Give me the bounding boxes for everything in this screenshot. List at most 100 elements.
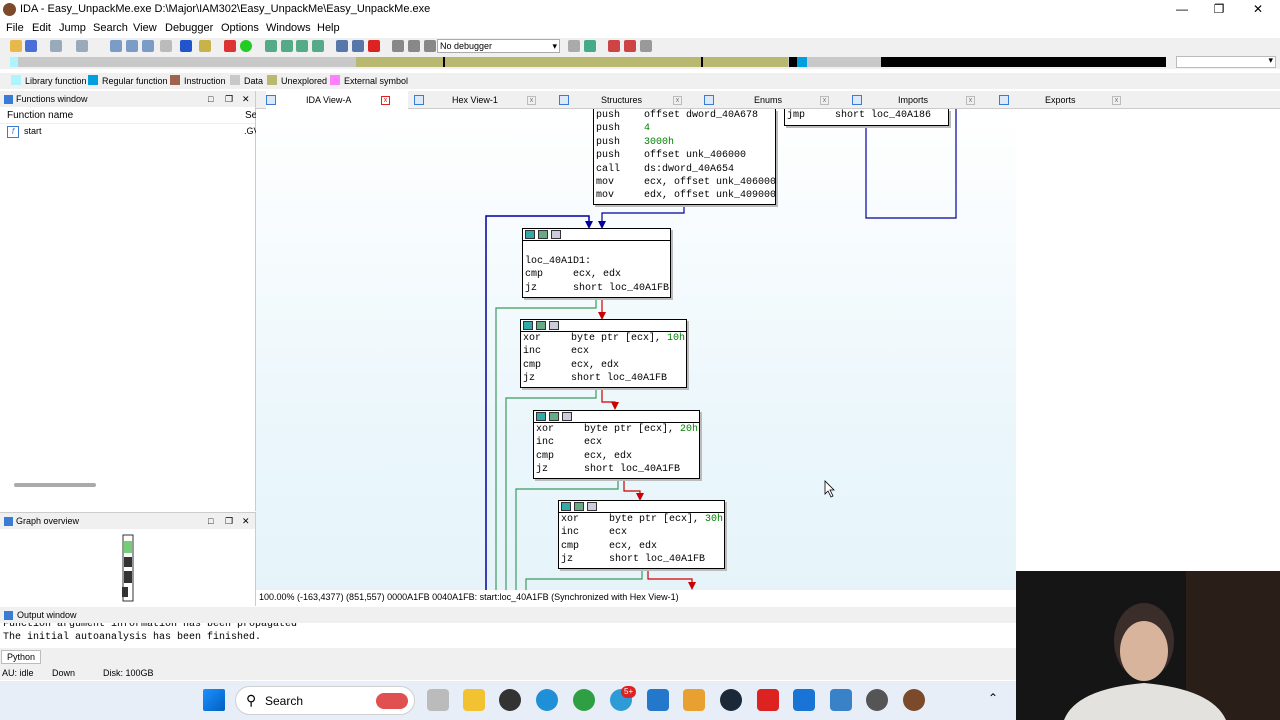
- menu-edit[interactable]: Edit: [32, 22, 51, 34]
- code-block-jmp[interactable]: jmp short loc_40A186: [784, 109, 949, 126]
- function-icon[interactable]: [265, 40, 277, 52]
- search-icon[interactable]: [199, 40, 211, 52]
- close-button[interactable]: ✕: [1244, 1, 1272, 18]
- block-color-icon[interactable]: [523, 321, 533, 330]
- close-tab-icon[interactable]: x: [966, 96, 975, 105]
- menu-debugger[interactable]: Debugger: [165, 22, 213, 34]
- output-log[interactable]: Function argument information has been p…: [0, 623, 1016, 648]
- open-icon[interactable]: [10, 40, 22, 52]
- binary-icon[interactable]: [160, 40, 172, 52]
- block-group-icon[interactable]: [538, 230, 548, 239]
- tracing-icon[interactable]: [624, 40, 636, 52]
- code-block-xor-30h[interactable]: xor byte ptr [ecx], 30h inc ecx cmp ecx, ed…: [558, 500, 725, 569]
- copy-icon[interactable]: [110, 40, 122, 52]
- menu-search[interactable]: Search: [93, 22, 128, 34]
- vscode-icon[interactable]: [647, 689, 669, 711]
- code-block-xor-10h[interactable]: xor byte ptr [ecx], 10h inc ecx cmp ecx, ed…: [520, 319, 687, 388]
- close-tab-icon[interactable]: x: [673, 96, 682, 105]
- graph-icon[interactable]: [336, 40, 348, 52]
- column-function-name[interactable]: Function name: [7, 107, 73, 124]
- steam-icon[interactable]: [720, 689, 742, 711]
- download-arrow-icon[interactable]: [180, 40, 192, 52]
- tab-enums[interactable]: Enums x: [704, 91, 834, 109]
- breakpoint-icon[interactable]: [608, 40, 620, 52]
- code-block-loc-40a1d1[interactable]: loc_40A1D1: cmp ecx, edx jz short loc_40A1…: [522, 228, 671, 298]
- edge-dev-icon[interactable]: [573, 689, 595, 711]
- restore-button[interactable]: ❐: [1205, 1, 1233, 18]
- notepad-icon[interactable]: [830, 689, 852, 711]
- tab-hex-view[interactable]: Hex View-1 x: [414, 91, 548, 109]
- menu-windows[interactable]: Windows: [266, 22, 311, 34]
- python-button[interactable]: Python: [1, 650, 41, 664]
- chevron-up-icon[interactable]: ⌃: [988, 691, 998, 705]
- file-explorer-icon[interactable]: [463, 689, 485, 711]
- step-icon[interactable]: [568, 40, 580, 52]
- block-group-icon[interactable]: [549, 412, 559, 421]
- navigation-band[interactable]: ▾: [0, 55, 1280, 69]
- function-row[interactable]: f start .GV: [0, 124, 260, 139]
- enum-icon[interactable]: [296, 40, 308, 52]
- menu-options[interactable]: Options: [221, 22, 259, 34]
- debugger-select[interactable]: No debugger ▾: [437, 39, 560, 53]
- attach-icon[interactable]: [584, 40, 596, 52]
- block-group-icon[interactable]: [574, 502, 584, 511]
- text-icon[interactable]: [224, 40, 236, 52]
- tab-structures[interactable]: Structures x: [559, 91, 689, 109]
- close-icon[interactable]: ✕: [242, 91, 250, 107]
- minimize-button[interactable]: —: [1168, 1, 1196, 18]
- float-icon[interactable]: □: [208, 513, 213, 529]
- block-color-icon[interactable]: [536, 412, 546, 421]
- app-icon[interactable]: [757, 689, 779, 711]
- restore-icon[interactable]: ❐: [225, 91, 233, 107]
- menu-help[interactable]: Help: [317, 22, 340, 34]
- close-tab-icon[interactable]: x: [381, 96, 390, 105]
- menu-jump[interactable]: Jump: [59, 22, 86, 34]
- graph-overview-minimap[interactable]: [0, 529, 256, 605]
- settings-icon[interactable]: [640, 40, 652, 52]
- xref-icon[interactable]: [312, 40, 324, 52]
- close-tab-icon[interactable]: x: [527, 96, 536, 105]
- block-collapse-icon[interactable]: [562, 412, 572, 421]
- nav-select[interactable]: ▾: [1176, 55, 1276, 68]
- defender-icon[interactable]: [793, 689, 815, 711]
- close-tab-icon[interactable]: x: [820, 96, 829, 105]
- tab-ida-view-a[interactable]: IDA View-A x: [266, 91, 408, 109]
- run-analysis-icon[interactable]: [240, 40, 252, 52]
- task-view-icon[interactable]: [427, 689, 449, 711]
- settings-gear-icon[interactable]: [866, 689, 888, 711]
- close-icon[interactable]: ✕: [242, 513, 250, 529]
- block-collapse-icon[interactable]: [587, 502, 597, 511]
- python-idle-icon[interactable]: [683, 689, 705, 711]
- stop-icon[interactable]: [424, 40, 436, 52]
- delete-icon[interactable]: [368, 40, 380, 52]
- proximity-icon[interactable]: [352, 40, 364, 52]
- code-block-top[interactable]: push offset dword_40A678 push 4 push 3000h …: [593, 109, 776, 205]
- float-icon[interactable]: □: [208, 91, 213, 107]
- horizontal-scrollbar[interactable]: [14, 483, 96, 487]
- paste-icon[interactable]: [126, 40, 138, 52]
- edge-browser-icon[interactable]: [536, 689, 558, 711]
- tab-exports[interactable]: Exports x: [999, 91, 1129, 109]
- ida-taskbar-icon[interactable]: [903, 689, 925, 711]
- block-collapse-icon[interactable]: [551, 230, 561, 239]
- save-icon[interactable]: [25, 40, 37, 52]
- graph-view[interactable]: push offset dword_40A678 push 4 push 3000h …: [256, 109, 1016, 590]
- menu-file[interactable]: File: [6, 22, 24, 34]
- menu-view[interactable]: View: [133, 22, 157, 34]
- tab-imports[interactable]: Imports x: [852, 91, 978, 109]
- taskbar-search[interactable]: ⚲ Search: [235, 686, 415, 715]
- start-debug-icon[interactable]: [392, 40, 404, 52]
- code-block-xor-20h[interactable]: xor byte ptr [ecx], 20h inc ecx cmp ecx, ed…: [533, 410, 700, 479]
- close-tab-icon[interactable]: x: [1112, 96, 1121, 105]
- forward-icon[interactable]: [76, 40, 88, 52]
- block-group-icon[interactable]: [536, 321, 546, 330]
- pause-icon[interactable]: [408, 40, 420, 52]
- restore-icon[interactable]: ❐: [225, 513, 233, 529]
- struct-icon[interactable]: [281, 40, 293, 52]
- back-icon[interactable]: [50, 40, 62, 52]
- block-collapse-icon[interactable]: [549, 321, 559, 330]
- list-icon[interactable]: [142, 40, 154, 52]
- block-color-icon[interactable]: [525, 230, 535, 239]
- media-player-icon[interactable]: [499, 689, 521, 711]
- windows-start-icon[interactable]: [203, 689, 225, 711]
